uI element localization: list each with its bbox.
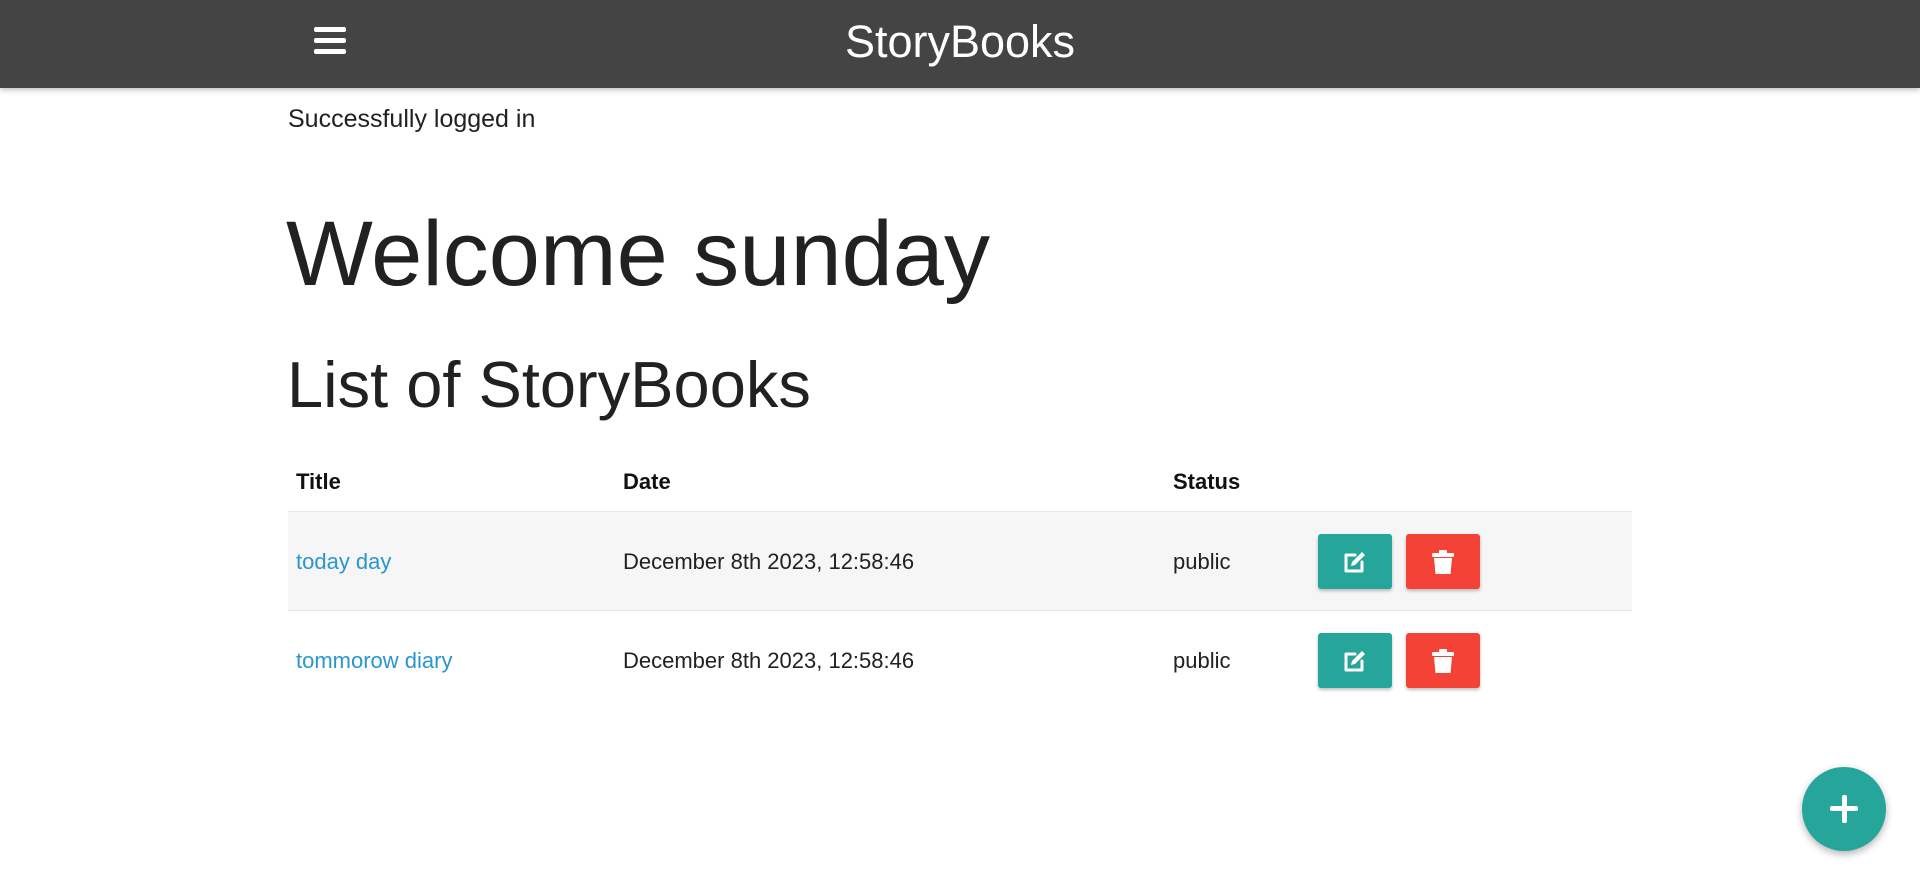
edit-button[interactable] — [1318, 633, 1392, 688]
delete-button[interactable] — [1406, 534, 1480, 589]
delete-button[interactable] — [1406, 633, 1480, 688]
table-row: tommorow diary December 8th 2023, 12:58:… — [288, 610, 1632, 709]
story-title-link[interactable]: today day — [296, 512, 391, 611]
add-story-button[interactable] — [1802, 767, 1886, 851]
edit-icon — [1344, 651, 1365, 672]
story-date: December 8th 2023, 12:58:46 — [623, 648, 915, 673]
story-title-link[interactable]: tommorow diary — [296, 611, 452, 710]
story-status: public — [1173, 549, 1231, 574]
flash-message: Successfully logged in — [288, 105, 536, 133]
story-status: public — [1173, 648, 1231, 673]
edit-icon — [1344, 552, 1365, 573]
column-header-status: Status — [1173, 469, 1241, 494]
edit-button[interactable] — [1318, 534, 1392, 589]
column-header-date: Date — [623, 469, 671, 494]
welcome-heading: Welcome sunday — [286, 203, 990, 305]
storybooks-table: Title Date Status today day December 8th… — [288, 455, 1632, 709]
list-heading: List of StoryBooks — [287, 348, 811, 421]
table-row: today day December 8th 2023, 12:58:46 pu… — [288, 511, 1632, 610]
trash-icon — [1432, 649, 1454, 673]
story-date: December 8th 2023, 12:58:46 — [623, 549, 915, 574]
table-header: Title Date Status — [288, 455, 1632, 511]
trash-icon — [1432, 550, 1454, 574]
brand-logo[interactable]: StoryBooks — [0, 14, 1920, 70]
column-header-title: Title — [296, 469, 341, 494]
navbar: StoryBooks — [0, 0, 1920, 88]
